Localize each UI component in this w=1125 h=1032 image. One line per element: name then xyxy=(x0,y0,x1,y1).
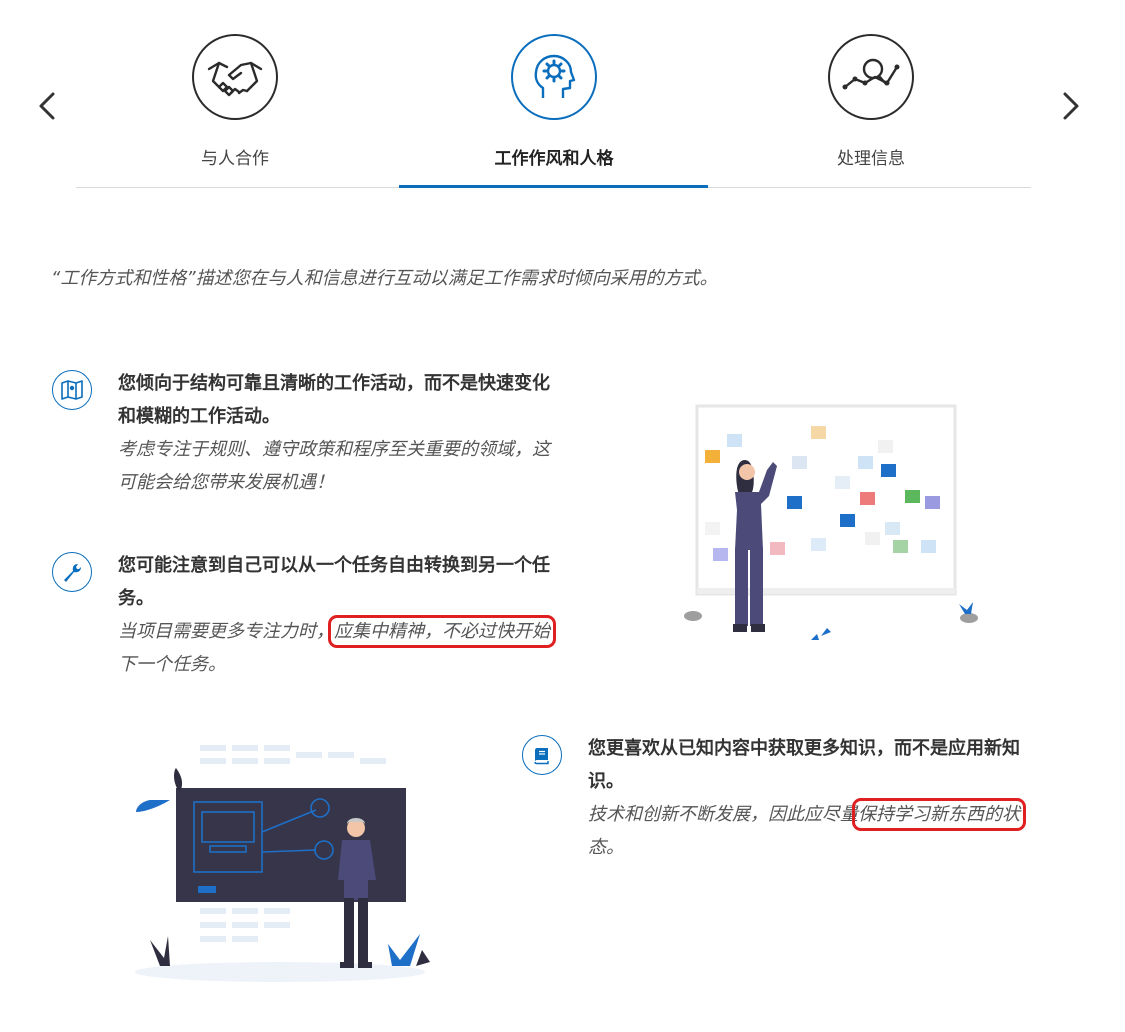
tab-icon-circle xyxy=(192,34,278,120)
trait-description-text: 当项目需要更多专注力时， xyxy=(118,621,334,642)
trait-description-line: 当项目需要更多专注力时，应集中精神，不必过快开始 xyxy=(118,615,598,648)
highlighted-phrase: 应集中精神，不必过快开始 xyxy=(328,615,556,648)
map-icon xyxy=(61,380,83,400)
trait-description-line: 考虑专注于规则、遵守政策和程序至关重要的领域，这 xyxy=(118,439,550,460)
trait-heading-line: 您倾向于结构可靠且清晰的工作活动，而不是快速变化 xyxy=(118,373,550,394)
magnifier-chart-icon xyxy=(842,58,900,90)
tab-label: 处理信息 xyxy=(837,149,905,169)
trait-icon-badge xyxy=(52,370,92,410)
trait-description-line: 态。 xyxy=(588,837,624,858)
tab-working-with-people[interactable]: 与人合作 xyxy=(105,34,365,169)
trait-description-line: 技术和创新不断发展，因此应尽量保持学习新东西的状 xyxy=(588,798,1078,831)
trait-block: 您更喜欢从已知内容中获取更多知识，而不是应用新知 识。 技术和创新不断发展，因此… xyxy=(588,732,1078,864)
handshake-icon xyxy=(207,61,263,97)
carousel-next-button[interactable] xyxy=(1050,86,1090,126)
trait-block: 您倾向于结构可靠且清晰的工作活动，而不是快速变化 和模糊的工作活动。 考虑专注于… xyxy=(118,367,598,499)
tab-icon-circle xyxy=(828,34,914,120)
trait-block: 您可能注意到自己可以从一个任务自由转换到另一个任 务。 当项目需要更多专注力时，… xyxy=(118,549,598,681)
wrench-icon xyxy=(64,564,81,582)
trait-icon-badge xyxy=(52,552,92,592)
trait-heading-line: 和模糊的工作活动。 xyxy=(118,406,280,427)
trait-description-text: 技术和创新不断发展，因此应尽量 xyxy=(588,804,858,825)
tab-label: 与人合作 xyxy=(201,149,269,169)
sticky-board-illustration xyxy=(684,404,978,640)
carousel-prev-button[interactable] xyxy=(28,86,68,126)
intro-text: “工作方式和性格”描述您在与人和信息进行互动以满足工作需求时倾向采用的方式。 xyxy=(51,268,718,289)
trait-heading-line: 您更喜欢从已知内容中获取更多知识，而不是应用新知 xyxy=(588,738,1020,759)
trait-heading-line: 识。 xyxy=(588,771,624,792)
tab-icon-circle xyxy=(511,34,597,120)
tab-work-style-personality[interactable]: 工作作风和人格 xyxy=(424,34,684,169)
chevron-right-icon xyxy=(1063,92,1079,120)
trait-icon-badge xyxy=(522,735,562,775)
chevron-left-icon xyxy=(39,92,55,120)
book-icon xyxy=(534,748,549,765)
trait-description-line: 可能会给您带来发展机遇！ xyxy=(118,472,334,493)
head-gear-icon xyxy=(534,54,576,98)
highlighted-phrase: 保持学习新东西的状 xyxy=(852,798,1026,831)
trait-heading-line: 务。 xyxy=(118,588,154,609)
tab-label: 工作作风和人格 xyxy=(494,149,614,169)
trait-heading-line: 您可能注意到自己可以从一个任务自由转换到另一个任 xyxy=(118,555,550,576)
presentation-illustration xyxy=(135,745,430,982)
tab-processing-information[interactable]: 处理信息 xyxy=(741,34,1001,169)
trait-description-line: 下一个任务。 xyxy=(118,654,226,675)
active-tab-indicator xyxy=(399,185,708,188)
